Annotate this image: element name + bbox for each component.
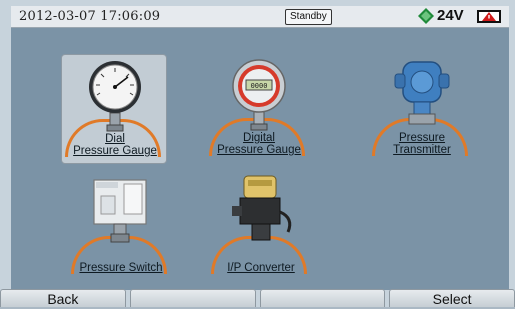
tile-dial-pressure-gauge[interactable]: Dial Pressure Gauge bbox=[61, 54, 167, 164]
pressure-transmitter-icon bbox=[394, 61, 450, 125]
dial-gauge-icon bbox=[89, 61, 141, 132]
screen-frame: 2012-03-07 17:06:09 Standby 24V Dial Pre… bbox=[0, 0, 515, 307]
select-button[interactable]: Select bbox=[389, 289, 515, 307]
ip-converter-icon bbox=[232, 175, 292, 241]
mode-badge: Standby bbox=[285, 9, 332, 25]
softkey-3-button[interactable] bbox=[259, 289, 386, 307]
pressure-switch-icon bbox=[93, 179, 147, 243]
voltage-label: 24V bbox=[437, 7, 464, 24]
tile-pressure-switch[interactable]: Pressure Switch bbox=[68, 172, 174, 282]
tile-pressure-transmitter[interactable]: Pressure Transmitter bbox=[369, 54, 475, 164]
status-bar: 2012-03-07 17:06:09 Standby 24V bbox=[11, 6, 509, 28]
tile-label: Pressure Transmitter bbox=[393, 132, 451, 156]
svg-text:0000: 0000 bbox=[251, 82, 268, 90]
tile-label: Digital Pressure Gauge bbox=[217, 132, 301, 156]
tile-label: I/P Converter bbox=[227, 262, 295, 274]
battery-warning-icon bbox=[477, 10, 501, 23]
tile-digital-pressure-gauge[interactable]: 0000 Digital Pressure Gauge bbox=[206, 54, 312, 164]
power-diamond-icon bbox=[418, 7, 434, 24]
tile-label: Pressure Switch bbox=[79, 262, 163, 274]
tile-ip-converter[interactable]: I/P Converter bbox=[208, 172, 314, 282]
digital-gauge-icon: 0000 bbox=[232, 59, 286, 131]
datetime-display: 2012-03-07 17:06:09 bbox=[19, 9, 161, 24]
softkey-2-button[interactable] bbox=[129, 289, 256, 307]
tile-label: Dial Pressure Gauge bbox=[73, 133, 157, 157]
power-indicator: 24V bbox=[418, 7, 464, 24]
back-button[interactable]: Back bbox=[0, 289, 126, 307]
softkey-bar: Back Select bbox=[0, 289, 515, 307]
device-selection-area: Dial Pressure Gauge 0000 Digital Pressur… bbox=[11, 28, 509, 290]
